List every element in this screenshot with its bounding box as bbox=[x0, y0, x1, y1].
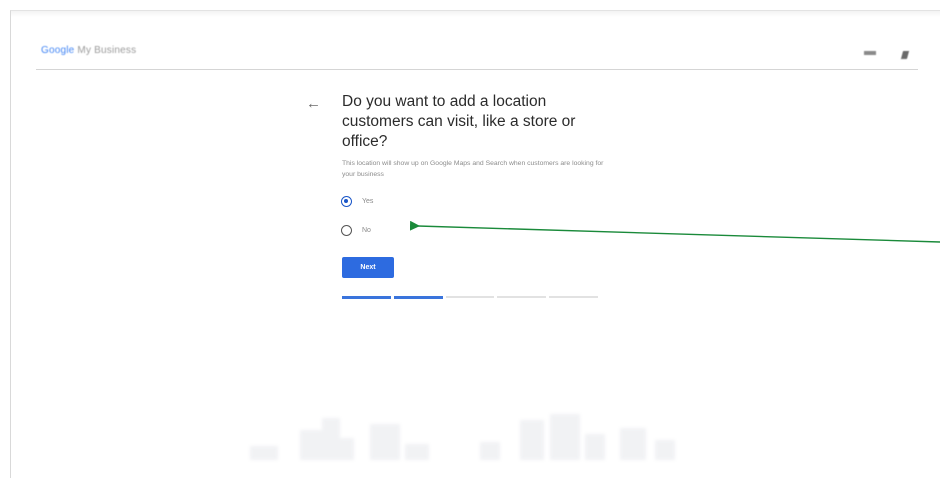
annotation-arrow-overlay bbox=[409, 220, 940, 243]
annotation-arrow bbox=[409, 220, 940, 243]
